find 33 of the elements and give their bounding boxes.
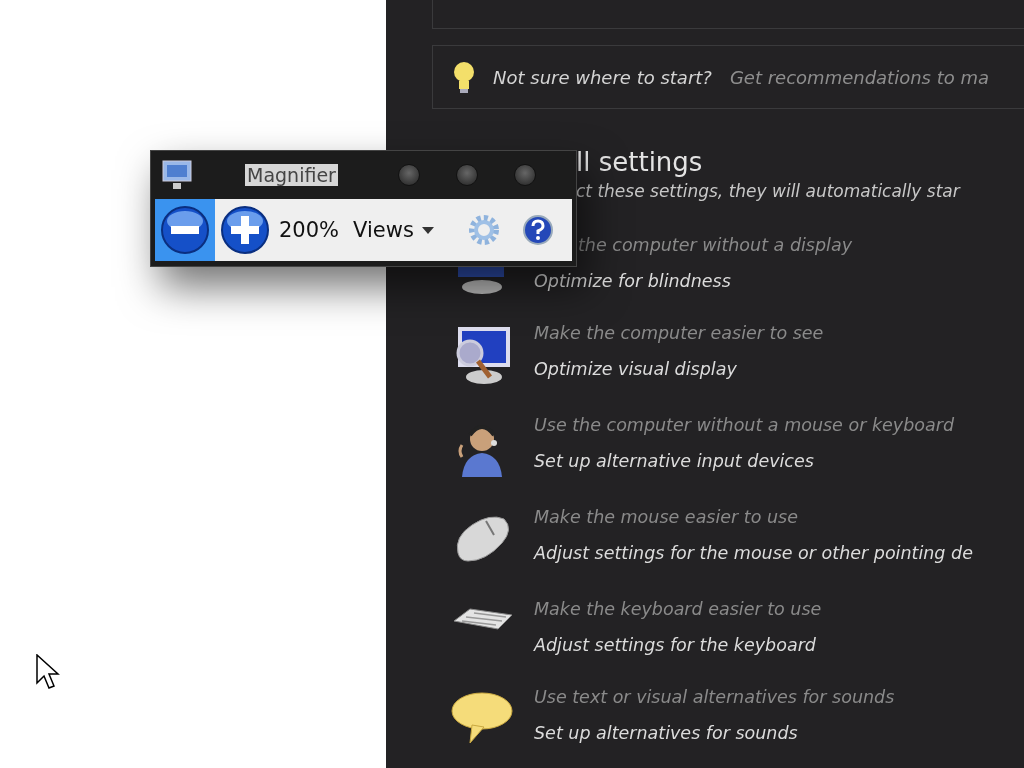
section-heading: ll settings bbox=[576, 147, 704, 179]
maximize-button[interactable] bbox=[456, 164, 478, 186]
plus-icon bbox=[220, 205, 270, 255]
light-bulb-icon bbox=[453, 61, 475, 93]
recommendations-link[interactable]: Get recommendations to ma bbox=[729, 66, 990, 88]
setting-caption: Use the computer without a mouse or keyboard bbox=[534, 415, 954, 437]
settings-button[interactable] bbox=[467, 214, 500, 246]
setting-caption: Make the mouse easier to use bbox=[534, 507, 799, 529]
setting-caption: Use text or visual alternatives for sounds bbox=[534, 687, 895, 709]
setting-link[interactable]: Adjust settings for the mouse or other pointing de bbox=[534, 543, 973, 567]
monitor-icon bbox=[161, 159, 193, 191]
zoom-out-button[interactable] bbox=[155, 199, 215, 261]
window-title: Magnifier bbox=[245, 164, 338, 186]
mouse-pointer-icon bbox=[36, 654, 60, 690]
views-dropdown[interactable]: Views bbox=[353, 218, 434, 242]
section-description: ct these settings, they will automatically star bbox=[576, 181, 962, 201]
setting-link[interactable]: Adjust settings for the keyboard bbox=[534, 635, 822, 659]
close-button[interactable] bbox=[514, 164, 536, 186]
setting-caption: Make the computer easier to see bbox=[534, 323, 824, 345]
caret-icon bbox=[421, 226, 434, 234]
minus-icon bbox=[160, 205, 210, 255]
setting-link[interactable]: Set up alternative input devices bbox=[534, 451, 954, 475]
help-icon bbox=[521, 214, 554, 246]
minimize-button[interactable] bbox=[398, 164, 420, 186]
zoom-level: 200% bbox=[279, 218, 340, 242]
setting-link[interactable]: Optimize for blindness bbox=[534, 271, 853, 295]
setting-link[interactable]: Set up alternatives for sounds bbox=[534, 723, 895, 747]
help-button[interactable] bbox=[521, 214, 554, 246]
setting-caption: the computer without a display bbox=[578, 235, 853, 257]
setting-link[interactable]: Optimize visual display bbox=[534, 359, 824, 383]
tip-text: Not sure where to start? bbox=[493, 66, 712, 88]
setting-caption: Make the keyboard easier to use bbox=[534, 599, 822, 621]
settings-icon bbox=[467, 214, 500, 246]
